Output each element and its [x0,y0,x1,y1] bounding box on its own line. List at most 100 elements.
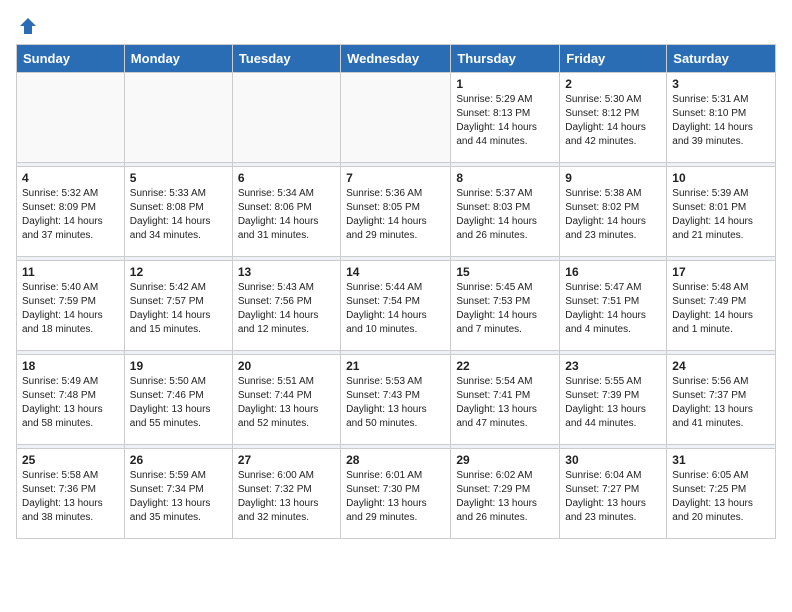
logo-icon [18,16,38,36]
day-number: 6 [238,171,335,185]
calendar-cell: 24Sunrise: 5:56 AM Sunset: 7:37 PM Dayli… [667,355,776,445]
weekday-header-thursday: Thursday [451,45,560,73]
day-info: Sunrise: 5:32 AM Sunset: 8:09 PM Dayligh… [22,187,119,243]
calendar-cell: 2 Sunrise: 5:30 AM Sunset: 8:12 PM Daylig… [560,73,667,163]
weekday-header-saturday: Saturday [667,45,776,73]
day-info: Sunrise: 5:43 AM Sunset: 7:56 PM Dayligh… [238,281,335,337]
day-number: 12 [130,265,227,279]
day-number: 5 [130,171,227,185]
day-number: 26 [130,453,227,467]
day-info: Sunrise: 6:02 AM Sunset: 7:29 PM Dayligh… [456,469,554,525]
day-info: Sunrise: 5:45 AM Sunset: 7:53 PM Dayligh… [456,281,554,337]
day-info: Sunrise: 5:47 AM Sunset: 7:51 PM Dayligh… [565,281,661,337]
weekday-header-sunday: Sunday [17,45,125,73]
day-info: Sunrise: 5:29 AM Sunset: 8:13 PM Dayligh… [456,93,554,149]
calendar-cell: 7 Sunrise: 5:36 AM Sunset: 8:05 PM Daylig… [341,167,451,257]
day-number: 16 [565,265,661,279]
calendar-cell: 13 Sunrise: 5:43 AM Sunset: 7:56 PM Dayli… [232,261,340,351]
day-info: Sunrise: 6:05 AM Sunset: 7:25 PM Dayligh… [672,469,770,525]
day-info: Sunrise: 5:31 AM Sunset: 8:10 PM Dayligh… [672,93,770,149]
day-info: Sunrise: 6:00 AM Sunset: 7:32 PM Dayligh… [238,469,335,525]
calendar-cell: 25Sunrise: 5:58 AM Sunset: 7:36 PM Dayli… [17,449,125,539]
day-info: Sunrise: 5:38 AM Sunset: 8:02 PM Dayligh… [565,187,661,243]
calendar-cell: 23Sunrise: 5:55 AM Sunset: 7:39 PM Dayli… [560,355,667,445]
calendar-cell: 15 Sunrise: 5:45 AM Sunset: 7:53 PM Dayli… [451,261,560,351]
day-number: 24 [672,359,770,373]
day-number: 3 [672,77,770,91]
weekday-header-wednesday: Wednesday [341,45,451,73]
day-info: Sunrise: 5:59 AM Sunset: 7:34 PM Dayligh… [130,469,227,525]
day-number: 27 [238,453,335,467]
day-info: Sunrise: 5:50 AM Sunset: 7:46 PM Dayligh… [130,375,227,431]
calendar-cell: 10 Sunrise: 5:39 AM Sunset: 8:01 PM Dayli… [667,167,776,257]
day-info: Sunrise: 5:48 AM Sunset: 7:49 PM Dayligh… [672,281,770,337]
day-info: Sunrise: 5:37 AM Sunset: 8:03 PM Dayligh… [456,187,554,243]
calendar-cell [124,73,232,163]
calendar-cell: 1 Sunrise: 5:29 AM Sunset: 8:13 PM Daylig… [451,73,560,163]
calendar-cell: 21 Sunrise: 5:53 AM Sunset: 7:43 PM Dayli… [341,355,451,445]
day-info: Sunrise: 6:04 AM Sunset: 7:27 PM Dayligh… [565,469,661,525]
day-number: 13 [238,265,335,279]
day-number: 28 [346,453,445,467]
day-number: 2 [565,77,661,91]
calendar-cell: 8 Sunrise: 5:37 AM Sunset: 8:03 PM Daylig… [451,167,560,257]
calendar-cell: 20 Sunrise: 5:51 AM Sunset: 7:44 PM Dayli… [232,355,340,445]
page-header [16,16,776,36]
day-number: 10 [672,171,770,185]
calendar-cell: 22 Sunrise: 5:54 AM Sunset: 7:41 PM Dayli… [451,355,560,445]
calendar-cell: 18 Sunrise: 5:49 AM Sunset: 7:48 PM Dayli… [17,355,125,445]
day-number: 8 [456,171,554,185]
day-number: 22 [456,359,554,373]
calendar-cell [232,73,340,163]
day-info: Sunrise: 5:49 AM Sunset: 7:48 PM Dayligh… [22,375,119,431]
calendar-cell [17,73,125,163]
day-info: Sunrise: 5:39 AM Sunset: 8:01 PM Dayligh… [672,187,770,243]
day-info: Sunrise: 5:51 AM Sunset: 7:44 PM Dayligh… [238,375,335,431]
calendar-cell: 28 Sunrise: 6:01 AM Sunset: 7:30 PM Dayli… [341,449,451,539]
calendar-table: SundayMondayTuesdayWednesdayThursdayFrid… [16,44,776,539]
day-number: 20 [238,359,335,373]
calendar-cell: 19 Sunrise: 5:50 AM Sunset: 7:46 PM Dayli… [124,355,232,445]
day-info: Sunrise: 6:01 AM Sunset: 7:30 PM Dayligh… [346,469,445,525]
calendar-week-5: 25Sunrise: 5:58 AM Sunset: 7:36 PM Dayli… [17,449,776,539]
day-info: Sunrise: 5:53 AM Sunset: 7:43 PM Dayligh… [346,375,445,431]
day-number: 7 [346,171,445,185]
calendar-week-4: 18 Sunrise: 5:49 AM Sunset: 7:48 PM Dayli… [17,355,776,445]
calendar-header-row: SundayMondayTuesdayWednesdayThursdayFrid… [17,45,776,73]
day-info: Sunrise: 5:30 AM Sunset: 8:12 PM Dayligh… [565,93,661,149]
day-number: 25 [22,453,119,467]
calendar-cell: 16 Sunrise: 5:47 AM Sunset: 7:51 PM Dayli… [560,261,667,351]
day-number: 14 [346,265,445,279]
calendar-cell: 27 Sunrise: 6:00 AM Sunset: 7:32 PM Dayli… [232,449,340,539]
calendar-cell: 17Sunrise: 5:48 AM Sunset: 7:49 PM Dayli… [667,261,776,351]
day-info: Sunrise: 5:34 AM Sunset: 8:06 PM Dayligh… [238,187,335,243]
calendar-week-1: 1 Sunrise: 5:29 AM Sunset: 8:13 PM Daylig… [17,73,776,163]
day-number: 15 [456,265,554,279]
calendar-cell: 9 Sunrise: 5:38 AM Sunset: 8:02 PM Daylig… [560,167,667,257]
day-info: Sunrise: 5:40 AM Sunset: 7:59 PM Dayligh… [22,281,119,337]
day-number: 18 [22,359,119,373]
day-number: 11 [22,265,119,279]
day-number: 4 [22,171,119,185]
day-info: Sunrise: 5:42 AM Sunset: 7:57 PM Dayligh… [130,281,227,337]
day-number: 29 [456,453,554,467]
weekday-header-tuesday: Tuesday [232,45,340,73]
day-info: Sunrise: 5:54 AM Sunset: 7:41 PM Dayligh… [456,375,554,431]
day-number: 1 [456,77,554,91]
calendar-week-2: 4 Sunrise: 5:32 AM Sunset: 8:09 PM Daylig… [17,167,776,257]
calendar-cell: 14Sunrise: 5:44 AM Sunset: 7:54 PM Dayli… [341,261,451,351]
calendar-cell: 12 Sunrise: 5:42 AM Sunset: 7:57 PM Dayli… [124,261,232,351]
calendar-cell: 3 Sunrise: 5:31 AM Sunset: 8:10 PM Daylig… [667,73,776,163]
calendar-week-3: 11 Sunrise: 5:40 AM Sunset: 7:59 PM Dayli… [17,261,776,351]
logo [16,16,38,36]
day-number: 9 [565,171,661,185]
calendar-cell: 29 Sunrise: 6:02 AM Sunset: 7:29 PM Dayli… [451,449,560,539]
calendar-cell: 30Sunrise: 6:04 AM Sunset: 7:27 PM Dayli… [560,449,667,539]
day-info: Sunrise: 5:36 AM Sunset: 8:05 PM Dayligh… [346,187,445,243]
day-number: 19 [130,359,227,373]
calendar-cell: 4 Sunrise: 5:32 AM Sunset: 8:09 PM Daylig… [17,167,125,257]
day-number: 23 [565,359,661,373]
calendar-cell: 26 Sunrise: 5:59 AM Sunset: 7:34 PM Dayli… [124,449,232,539]
calendar-cell: 31Sunrise: 6:05 AM Sunset: 7:25 PM Dayli… [667,449,776,539]
day-number: 21 [346,359,445,373]
